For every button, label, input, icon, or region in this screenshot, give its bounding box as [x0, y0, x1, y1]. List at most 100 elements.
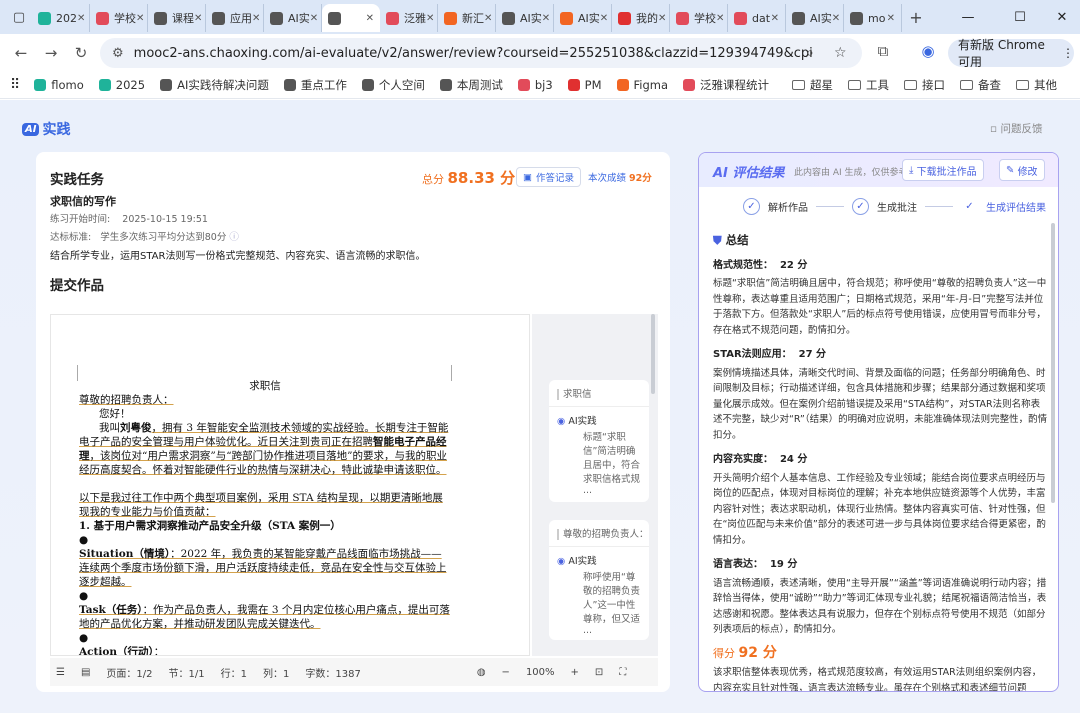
tab-14[interactable]: mo ✕ — [844, 4, 902, 32]
site-info-icon[interactable]: ⚙ — [112, 46, 124, 61]
close-tab-icon[interactable]: ✕ — [366, 13, 374, 24]
close-tab-icon[interactable]: ✕ — [136, 13, 144, 24]
tab-13[interactable]: AI实 ✕ — [786, 4, 844, 32]
close-tab-icon[interactable]: ✕ — [716, 13, 724, 24]
task-name: 求职信的写作 — [50, 195, 116, 208]
tab-11[interactable]: 学校 ✕ — [670, 4, 728, 32]
chrome-update-button[interactable]: 有新版 Chrome 可用 ⋮ — [948, 38, 1074, 69]
bookmark-label: bj3 — [534, 78, 553, 92]
doc-greeting: 您好！ — [99, 408, 131, 420]
back-icon[interactable]: ← — [6, 44, 36, 62]
bookmark-item[interactable]: 超星 — [792, 77, 833, 93]
section-score: 24 分 — [779, 454, 808, 465]
maximize-icon[interactable]: ☐ — [998, 0, 1042, 34]
bookmark-item[interactable]: 个人空间 — [361, 77, 425, 93]
close-tab-icon[interactable]: ✕ — [310, 13, 318, 24]
close-tab-icon[interactable]: ✕ — [252, 13, 260, 24]
tab-10[interactable]: 我的 ✕ — [612, 4, 670, 32]
zoom-out-icon[interactable]: − — [502, 667, 510, 678]
info-icon[interactable]: ⓘ — [229, 232, 239, 243]
section-text: 标题“求职信”简洁明确且居中，符合规范；称呼使用“尊敬的招聘负责人”这一中性尊称… — [713, 278, 1047, 336]
ai-avatar-icon: ◉ — [557, 416, 566, 427]
act-label: Action（行动） — [79, 646, 154, 656]
tab-label: 泛雅 — [404, 12, 426, 25]
tab-3[interactable]: 应用 ✕ — [206, 4, 264, 32]
close-tab-icon[interactable]: ✕ — [887, 13, 895, 24]
new-tab-button[interactable]: + — [902, 8, 930, 27]
bookmark-item[interactable]: 备查 — [960, 77, 1001, 93]
final-score-value: 92 分 — [738, 644, 777, 661]
comment-card[interactable]: 求职信 ◉ AI实践标题“求职信”简洁明确且居中，符合求职信格式规范，能够让招聘方… — [549, 380, 649, 502]
close-tab-icon[interactable]: ✕ — [426, 13, 434, 24]
zoom-in-icon[interactable]: + — [571, 667, 579, 678]
bookmark-item[interactable]: AI实践待解决问题 — [160, 77, 269, 93]
tab-0[interactable]: 202 ✕ — [32, 4, 90, 32]
bookmark-item[interactable]: 泛雅课程统计 — [683, 77, 769, 93]
globe-icon[interactable]: ◍ — [477, 667, 486, 678]
edit-button[interactable]: ✎ 修改 — [999, 159, 1045, 181]
col-count: 列：1 — [262, 668, 290, 680]
bookmark-label: 工具 — [866, 78, 890, 92]
tab-2[interactable]: 课程 ✕ — [148, 4, 206, 32]
doc-action: Action（行动）： — [79, 645, 451, 656]
close-tab-icon[interactable]: ✕ — [658, 13, 666, 24]
list-icon[interactable]: ☰ — [56, 667, 65, 678]
tab-6[interactable]: 泛雅 ✕ — [380, 4, 438, 32]
bookmark-item[interactable]: PM — [567, 77, 602, 93]
profile-icon[interactable]: ◉ — [913, 42, 943, 60]
tab-8[interactable]: AI实 ✕ — [496, 4, 554, 32]
close-tab-icon[interactable]: ✕ — [832, 13, 840, 24]
tab-4[interactable]: AI实 ✕ — [264, 4, 322, 32]
tab-9[interactable]: AI实 ✕ — [554, 4, 612, 32]
extensions-icon[interactable]: ⧉ — [868, 42, 898, 60]
tab-1[interactable]: 学校 ✕ — [90, 4, 148, 32]
bookmark-item[interactable]: 本周测试 — [439, 77, 503, 93]
word-count: 字数：1387 — [305, 668, 361, 680]
bookmark-item[interactable]: 重点工作 — [283, 77, 347, 93]
minimize-icon[interactable]: — — [946, 0, 990, 34]
bookmark-item[interactable]: 其他 — [1016, 77, 1057, 93]
result-scrollbar[interactable] — [1051, 223, 1055, 503]
bookmark-item[interactable]: 工具 — [848, 77, 889, 93]
document-viewer[interactable]: 求职信 尊敬的招聘负责人： 您好！ 我叫刘粤俊，拥有 3 年智能安全监测技术领域… — [50, 314, 530, 656]
fullscreen-icon[interactable]: ⛶ — [619, 667, 626, 678]
comment-card[interactable]: 尊敬的招聘负责人： ◉ AI实践称呼使用“尊敬的招聘负责人”这一中性尊称，但又适用… — [549, 520, 649, 640]
bookmark-item[interactable]: 2025 — [98, 77, 145, 93]
feedback-link[interactable]: ▫ 问题反馈 — [990, 121, 1042, 136]
bookmark-item[interactable]: bj3 — [517, 77, 553, 93]
close-tab-icon[interactable]: ✕ — [194, 13, 202, 24]
close-window-icon[interactable]: ✕ — [1040, 0, 1080, 34]
tab-5[interactable]: ✕ — [322, 4, 380, 32]
reload-icon[interactable]: ↻ — [66, 44, 96, 62]
close-tab-icon[interactable]: ✕ — [77, 13, 85, 24]
tab-label: 新汇 — [462, 12, 484, 25]
close-tab-icon[interactable]: ✕ — [771, 13, 779, 24]
zoom-search-icon[interactable]: ⌕ — [806, 45, 814, 61]
tab-label: AI实 — [288, 12, 310, 25]
fit-icon[interactable]: ⊡ — [595, 667, 603, 678]
p1-name: 刘粤俊 — [120, 422, 152, 434]
close-tab-icon[interactable]: ✕ — [600, 13, 608, 24]
bookmark-item[interactable]: 接口 — [904, 77, 945, 93]
download-button[interactable]: ⤓ 下载批注作品 — [902, 159, 984, 181]
close-tab-icon[interactable]: ✕ — [484, 13, 492, 24]
apps-icon[interactable]: ⠿ — [10, 77, 20, 93]
favicon — [98, 79, 111, 91]
bookmark-star-icon[interactable]: ☆ — [834, 45, 847, 61]
section-count: 节：1/1 — [168, 668, 205, 680]
address-bar[interactable]: ⚙ mooc2-ans.chaoxing.com/ai-evaluate/v2/… — [100, 38, 862, 68]
row-count: 行：1 — [220, 668, 247, 680]
outline-icon[interactable]: ▤ — [81, 667, 90, 678]
forward-icon[interactable]: → — [36, 44, 66, 62]
start-label: 练习开始时间: — [50, 214, 111, 225]
record-button[interactable]: ▣ 作答记录 — [516, 167, 581, 187]
tab-search-icon[interactable]: ▢ — [6, 5, 32, 29]
scrollbar[interactable] — [651, 314, 655, 394]
tab-7[interactable]: 新汇 ✕ — [438, 4, 496, 32]
tab-strip: ▢ 202 ✕ 学校 ✕ 课程 ✕ 应用 ✕ AI实 ✕ ✕ 泛雅 ✕ 新汇 ✕ AI实 ✕ AI实 ✕ 我的 ✕ 学校 ✕… — [0, 0, 1080, 34]
close-tab-icon[interactable]: ✕ — [542, 13, 550, 24]
tab-12[interactable]: dat ✕ — [728, 4, 786, 32]
folder-icon — [960, 80, 974, 90]
bookmark-item[interactable]: flomo — [34, 77, 84, 93]
bookmark-item[interactable]: Figma — [616, 77, 668, 93]
